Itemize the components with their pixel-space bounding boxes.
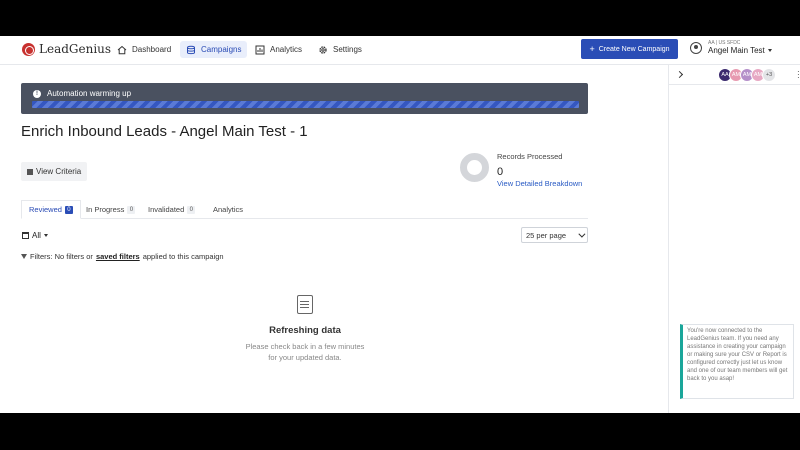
user-name-row: Angel Main Test xyxy=(708,46,772,55)
top-nav: LeadGenius Dashboard Campaigns Analytics… xyxy=(0,36,800,65)
plus-icon: + xyxy=(589,44,595,54)
page-title: Enrich Inbound Leads - Angel Main Test -… xyxy=(21,123,308,140)
automation-banner: ! Automation warming up xyxy=(21,83,588,114)
nav-campaigns[interactable]: Campaigns xyxy=(180,41,248,58)
empty-state-message: Please check back in a few minutes for y… xyxy=(205,341,405,363)
caret-down-icon xyxy=(767,49,772,52)
per-page-select[interactable]: 25 per page xyxy=(521,227,588,243)
nav-dashboard-label: Dashboard xyxy=(132,45,172,54)
nav-settings[interactable]: Settings xyxy=(312,41,368,58)
records-processed-label: Records Processed xyxy=(497,152,563,161)
database-icon xyxy=(187,45,195,54)
tab-in-progress[interactable]: In Progress 0 xyxy=(79,200,142,219)
tab-analytics-label: Analytics xyxy=(213,205,244,214)
tab-invalidated-count: 0 xyxy=(187,205,196,214)
gear-icon xyxy=(319,45,327,54)
document-icon xyxy=(27,168,33,175)
app-window: LeadGenius Dashboard Campaigns Analytics… xyxy=(0,36,800,413)
campaign-tabs: Reviewed 0 In Progress 0 Invalidated 0 A… xyxy=(21,200,588,219)
side-panel-header: AA AM AM AM +3 · · · xyxy=(669,65,800,85)
tab-reviewed[interactable]: Reviewed 0 xyxy=(21,200,81,219)
calendar-icon xyxy=(22,232,29,239)
filter-icon xyxy=(21,254,27,259)
tab-analytics[interactable]: Analytics xyxy=(206,200,250,219)
filters-summary: Filters: No filters or saved filters app… xyxy=(21,252,224,261)
leadgenius-logo-icon xyxy=(22,42,35,56)
connected-message: You're now connected to the LeadGenius t… xyxy=(680,324,794,399)
nav-analytics[interactable]: Analytics xyxy=(249,41,308,58)
tab-invalidated-label: Invalidated xyxy=(148,205,185,214)
logo[interactable]: LeadGenius xyxy=(22,42,111,56)
empty-state-line-2: for your updated data. xyxy=(268,353,342,362)
nav-dashboard[interactable]: Dashboard xyxy=(111,41,177,58)
archive-icon xyxy=(297,295,313,314)
logo-text: LeadGenius xyxy=(39,42,112,56)
more-options-icon[interactable]: · · · xyxy=(797,68,800,82)
nav-campaigns-label: Campaigns xyxy=(201,45,242,54)
tab-reviewed-label: Reviewed xyxy=(29,205,62,214)
per-page-value: 25 per page xyxy=(526,230,567,240)
create-new-campaign-button[interactable]: + Create New Campaign xyxy=(581,39,678,59)
chart-icon xyxy=(255,45,265,54)
filters-suffix: applied to this campaign xyxy=(142,252,224,261)
chevron-down-icon xyxy=(578,230,586,238)
view-criteria-label: View Criteria xyxy=(36,167,82,176)
avatar-overflow-count: +3 xyxy=(762,68,776,82)
create-new-campaign-label: Create New Campaign xyxy=(598,45,670,53)
user-avatar-icon xyxy=(690,41,702,54)
date-filter-dropdown[interactable]: All xyxy=(22,231,48,240)
chat-side-panel: AA AM AM AM +3 · · · You're now connected … xyxy=(668,65,800,413)
date-filter-label: All xyxy=(32,231,41,240)
tab-invalidated[interactable]: Invalidated 0 xyxy=(141,200,202,219)
tab-reviewed-count: 0 xyxy=(64,205,73,214)
info-icon: ! xyxy=(33,89,41,98)
user-menu[interactable]: AA | US SFDC Angel Main Test xyxy=(690,40,772,55)
empty-state-title: Refreshing data xyxy=(269,325,341,336)
banner-text: Automation warming up xyxy=(47,89,132,98)
saved-filters-link[interactable]: saved filters xyxy=(96,252,140,261)
caret-down-icon xyxy=(43,234,48,237)
view-criteria-button[interactable]: View Criteria xyxy=(21,162,88,181)
empty-state-line-1: Please check back in a few minutes xyxy=(245,342,365,351)
filters-prefix: Filters: No filters or xyxy=(30,252,93,261)
user-name: Angel Main Test xyxy=(708,46,765,55)
banner-text-row: ! Automation warming up xyxy=(33,89,131,98)
tab-in-progress-label: In Progress xyxy=(86,205,125,214)
home-icon xyxy=(117,45,127,54)
team-avatars[interactable]: AA AM AM AM +3 xyxy=(718,68,776,82)
records-donut-chart xyxy=(460,153,489,182)
records-processed-value: 0 xyxy=(497,166,504,178)
view-detailed-breakdown-link[interactable]: View Detailed Breakdown xyxy=(497,179,582,188)
chevron-right-icon[interactable] xyxy=(675,70,684,79)
nav-analytics-label: Analytics xyxy=(270,45,303,54)
automation-progress-bar xyxy=(32,101,579,108)
nav-settings-label: Settings xyxy=(333,45,362,54)
tab-in-progress-count: 0 xyxy=(127,205,136,214)
